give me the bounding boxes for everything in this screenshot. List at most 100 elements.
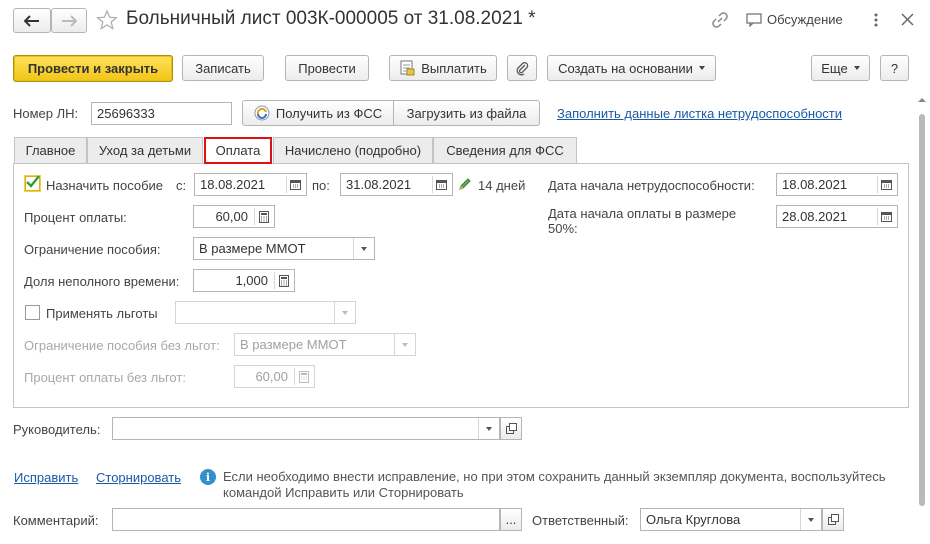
comment-label: Комментарий: [13, 513, 99, 528]
calendar-icon[interactable] [877, 176, 895, 193]
comment-expand-button[interactable]: ... [500, 508, 522, 531]
payment-percent-field[interactable]: 60,00 [193, 205, 275, 228]
scroll-up-icon[interactable] [917, 96, 927, 104]
load-from-file-button[interactable]: Загрузить из файла [393, 100, 540, 126]
responsible-value: Ольга Круглова [646, 512, 741, 527]
post-button[interactable]: Провести [285, 55, 369, 81]
benefits-select[interactable] [175, 301, 356, 324]
discussion-button[interactable]: Обсуждение [746, 12, 843, 27]
dropdown-arrow-icon[interactable] [394, 334, 415, 355]
help-label: ? [890, 60, 899, 76]
open-icon [505, 423, 517, 434]
tab-fss-info[interactable]: Сведения для ФСС [433, 137, 577, 163]
more-button[interactable]: Еще [811, 55, 870, 81]
calendar-icon[interactable] [432, 176, 450, 193]
to-date-value: 31.08.2021 [346, 177, 412, 192]
pay-button[interactable]: Выплатить [389, 55, 497, 81]
apply-benefits-checkbox[interactable] [25, 305, 40, 320]
tab-accrued-detailed[interactable]: Начислено (подробно) [273, 137, 433, 163]
forward-button[interactable] [51, 8, 87, 33]
storno-link[interactable]: Сторнировать [96, 470, 181, 485]
to-date-field[interactable]: 31.08.2021 [340, 173, 453, 196]
info-text-line1: Если необходимо внести исправление, но п… [223, 469, 886, 484]
attach-button[interactable] [507, 55, 537, 81]
create-based-button[interactable]: Создать на основании [547, 55, 716, 81]
chevron-down-icon [698, 66, 705, 70]
vertical-scrollbar[interactable] [917, 96, 927, 544]
more-label: Еще [821, 60, 848, 76]
paperclip-icon [516, 62, 529, 76]
days-count: 14 дней [478, 178, 526, 193]
payment-percent-value: 60,00 [215, 209, 248, 224]
calculator-icon[interactable] [294, 368, 312, 385]
create-based-label: Создать на основании [558, 60, 693, 76]
percent-without-benefits-field[interactable]: 60,00 [234, 365, 315, 388]
dropdown-arrow-icon[interactable] [800, 509, 821, 530]
ln-number-value: 25696333 [97, 106, 155, 121]
link-icon[interactable] [711, 11, 729, 32]
tab-main-label: Главное [25, 143, 76, 158]
tab-fss-label: Сведения для ФСС [446, 143, 564, 158]
pay50-start-field[interactable]: 28.08.2021 [776, 205, 898, 228]
info-text-line2: командой Исправить или Сторнировать [223, 485, 464, 500]
tab-payment-label: Оплата [215, 143, 261, 158]
responsible-select[interactable]: Ольга Круглова [640, 508, 822, 531]
pay50-label-line2: 50%: [548, 221, 578, 236]
post-label: Провести [298, 60, 356, 76]
part-time-field[interactable]: 1,000 [193, 269, 295, 292]
disability-start-field[interactable]: 18.08.2021 [776, 173, 898, 196]
disability-start-value: 18.08.2021 [782, 177, 848, 192]
ln-number-field[interactable]: 25696333 [91, 102, 232, 125]
percent-without-benefits-value: 60,00 [255, 369, 288, 384]
tab-main[interactable]: Главное [14, 137, 87, 163]
post-and-close-label: Провести и закрыть [27, 61, 159, 76]
comment-field[interactable] [112, 508, 500, 531]
calendar-icon[interactable] [286, 176, 304, 193]
manager-label: Руководитель: [13, 422, 101, 437]
benefit-limit-select[interactable]: В размере ММОТ [193, 237, 375, 260]
assign-benefit-checkbox[interactable] [25, 175, 40, 191]
calendar-icon[interactable] [877, 208, 895, 225]
close-icon[interactable] [901, 13, 914, 29]
tab-child-care-label: Уход за детьми [98, 143, 192, 158]
fix-link[interactable]: Исправить [14, 470, 78, 485]
part-time-value: 1,000 [235, 273, 268, 288]
open-icon [827, 514, 839, 525]
calculator-icon[interactable] [254, 208, 272, 225]
get-from-fss-label: Получить из ФСС [275, 105, 383, 121]
dropdown-arrow-icon[interactable] [334, 302, 355, 323]
dropdown-arrow-icon[interactable] [353, 238, 374, 259]
favorite-star-icon[interactable] [96, 9, 118, 34]
pay50-label-line1: Дата начала оплаты в размере [548, 206, 737, 221]
open-responsible-button[interactable] [822, 508, 844, 531]
disability-start-label: Дата начала нетрудоспособности: [548, 178, 755, 193]
fss-logo-icon [254, 105, 270, 121]
from-date-field[interactable]: 18.08.2021 [194, 173, 307, 196]
manager-select[interactable] [112, 417, 500, 440]
ln-number-label: Номер ЛН: [13, 106, 79, 121]
payment-percent-label: Процент оплаты: [24, 210, 127, 225]
comment-expand-label: ... [505, 512, 517, 527]
part-time-label: Доля неполного времени: [24, 274, 180, 289]
limit-without-benefits-select[interactable]: В размере ММОТ [234, 333, 416, 356]
fill-sick-leave-link[interactable]: Заполнить данные листка нетрудоспособнос… [557, 106, 842, 121]
help-button[interactable]: ? [880, 55, 909, 81]
more-actions-icon[interactable] [873, 12, 881, 28]
calculator-icon[interactable] [274, 272, 292, 289]
get-from-fss-button[interactable]: Получить из ФСС [242, 100, 394, 126]
pencil-icon[interactable] [458, 177, 472, 194]
responsible-label: Ответственный: [532, 513, 629, 528]
info-icon: i [200, 469, 216, 485]
post-and-close-button[interactable]: Провести и закрыть [13, 55, 173, 82]
open-manager-button[interactable] [500, 417, 522, 440]
save-button[interactable]: Записать [182, 55, 264, 81]
tab-payment[interactable]: Оплата [204, 137, 272, 164]
tab-child-care[interactable]: Уход за детьми [87, 137, 203, 163]
back-button[interactable] [13, 8, 51, 33]
checkmark-icon [26, 175, 40, 188]
chevron-down-icon [853, 66, 860, 70]
scrollbar-thumb[interactable] [919, 114, 925, 506]
to-label: по: [312, 178, 330, 193]
dropdown-arrow-icon[interactable] [478, 418, 499, 439]
load-from-file-label: Загрузить из файла [406, 105, 527, 121]
